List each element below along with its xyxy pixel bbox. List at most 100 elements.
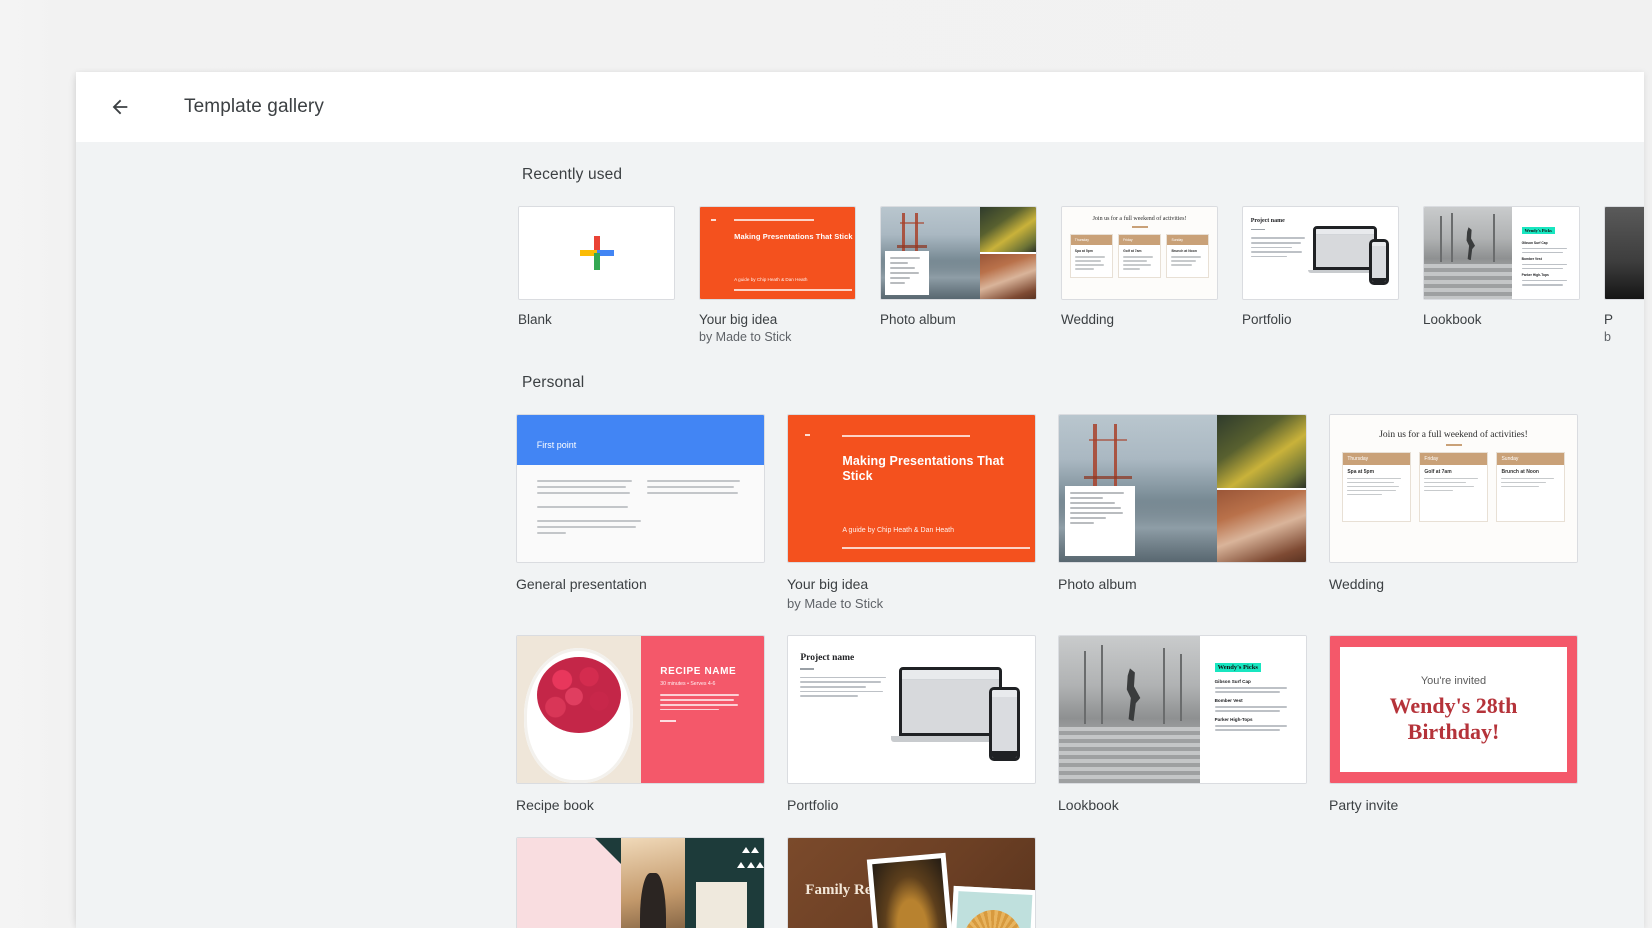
template-thumbnail[interactable]: Wendy's Picks Gibson Surf Cap Bomber Ves… (1423, 206, 1580, 300)
dialog-header: Template gallery (76, 72, 1644, 142)
section-personal: Personal First point General presentatio… (76, 344, 1644, 928)
thumb-kicker: You're invited (1420, 674, 1487, 687)
thumb-tag: Wendy's Picks (1521, 227, 1555, 235)
lookbook-item: Bomber Vest (1521, 256, 1542, 261)
template-thumbnail[interactable]: Wendy's Picks Gibson Surf Cap Bomber Ves… (1058, 635, 1307, 784)
template-label: Blank (518, 312, 552, 327)
photo-album-thumb-art (881, 207, 1036, 299)
template-label: Photo album (880, 312, 956, 327)
recipe-book-thumb-art: RECIPE NAME 30 minutes • Serves 4-6 (517, 636, 764, 783)
wedding-col-event: Golf at 7am (1123, 249, 1142, 254)
section-title-recently-used: Recently used (522, 166, 623, 183)
recently-used-row: Blank Making Presentations That Stick A … (76, 184, 1644, 344)
template-thumbnail[interactable] (1058, 414, 1307, 563)
template-card-party-invite[interactable]: You're invited Wendy's 28th Birthday! Pa… (1329, 635, 1578, 813)
wedding-col-day: Thursday (1343, 452, 1410, 465)
template-card-photo-album[interactable]: Photo album (1058, 414, 1307, 611)
template-card-your-big-idea[interactable]: Making Presentations That Stick A guide … (787, 414, 1036, 611)
section-title-personal: Personal (522, 374, 585, 391)
lookbook-item: Parker High-Tops (1521, 272, 1549, 277)
thumb-heading: Join us for a full weekend of activities… (1379, 429, 1528, 440)
wedding-col-event: Golf at 7am (1424, 468, 1452, 475)
thumb-headline: Making Presentations That Stick (734, 231, 853, 241)
template-gallery-dialog: Template gallery Recently used Blank Mak… (76, 72, 1644, 928)
template-label: Wedding (1329, 576, 1385, 592)
template-card-general-presentation[interactable]: First point General presentation (516, 414, 765, 611)
wedding-thumb-art: Join us for a full weekend of activities… (1330, 415, 1577, 562)
big-idea-thumb-art: Making Presentations That Stick A guide … (788, 415, 1035, 562)
template-label: P (1604, 312, 1614, 327)
template-card-your-big-idea[interactable]: Making Presentations That Stick A guide … (699, 206, 856, 344)
template-thumbnail[interactable]: Making Presentations That Stick A guide … (787, 414, 1036, 563)
lookbook-thumb-art: Wendy's Picks Gibson Surf Cap Bomber Ves… (1424, 207, 1579, 299)
google-plus-icon (579, 236, 614, 270)
template-thumbnail[interactable]: Making Presentations That Stick A guide … (699, 206, 856, 300)
template-card-photo-album[interactable]: Photo album (880, 206, 1037, 344)
thumb-byline: A guide by Chip Heath & Dan Heath (734, 276, 808, 282)
lookbook-item: Parker High-Tops (1214, 717, 1253, 723)
template-label: Photo album (1058, 576, 1137, 592)
template-label: Recipe book (516, 797, 594, 813)
back-button[interactable] (98, 85, 142, 129)
template-thumbnail[interactable]: Project name (1242, 206, 1399, 300)
template-card-partial[interactable]: P b (1604, 206, 1644, 344)
template-card-blank[interactable]: Blank (518, 206, 675, 344)
template-card-partial-photo[interactable] (516, 837, 765, 928)
template-sublabel: b (1604, 330, 1611, 344)
template-thumbnail[interactable] (518, 206, 675, 300)
wedding-col-event: Spa at 5pm (1347, 468, 1375, 475)
template-thumbnail[interactable] (1604, 206, 1644, 300)
thumb-heading: First point (536, 440, 577, 451)
thumb-headline: Making Presentations That Stick (842, 453, 1004, 483)
wedding-col-day: Thursday (1070, 235, 1112, 246)
template-card-wedding[interactable]: Join us for a full weekend of activities… (1061, 206, 1218, 344)
template-card-lookbook[interactable]: Wendy's Picks Gibson Surf Cap Bomber Ves… (1058, 635, 1307, 813)
family-recipes-thumb-art: Family Recipes (788, 838, 1035, 928)
template-label: Your big idea (787, 576, 869, 592)
template-label: Your big idea (699, 312, 778, 327)
template-thumbnail[interactable]: Join us for a full weekend of activities… (1061, 206, 1218, 300)
template-label: Lookbook (1423, 312, 1482, 327)
wedding-col-day: Friday (1420, 452, 1487, 465)
template-label: General presentation (516, 576, 647, 592)
template-card-lookbook[interactable]: Wendy's Picks Gibson Surf Cap Bomber Ves… (1423, 206, 1580, 344)
section-recently-used: Recently used Blank Making Presentations… (76, 142, 1644, 344)
template-thumbnail[interactable]: You're invited Wendy's 28th Birthday! (1329, 635, 1578, 784)
portfolio-thumb-art: Project name (1243, 207, 1398, 299)
template-card-family-recipes[interactable]: Family Recipes (787, 837, 1036, 928)
template-thumbnail[interactable]: RECIPE NAME 30 minutes • Serves 4-6 (516, 635, 765, 784)
lookbook-item: Gibson Surf Cap (1214, 679, 1251, 685)
thumb-heading: Join us for a full weekend of activities… (1092, 216, 1187, 223)
template-thumbnail[interactable]: First point (516, 414, 765, 563)
wedding-col-day: Friday (1119, 235, 1160, 246)
template-thumbnail[interactable]: Join us for a full weekend of activities… (1329, 414, 1578, 563)
general-presentation-thumb-art: First point (517, 415, 764, 562)
page-title: Template gallery (184, 96, 324, 117)
template-label: Portfolio (1242, 312, 1292, 327)
wedding-col-event: Brunch at Noon (1501, 468, 1539, 475)
wedding-col-event: Spa at 5pm (1074, 249, 1093, 254)
template-label: Lookbook (1058, 797, 1119, 813)
thumb-title: RECIPE NAME (660, 665, 737, 677)
lookbook-thumb-art: Wendy's Picks Gibson Surf Cap Bomber Ves… (1059, 636, 1306, 783)
template-thumbnail[interactable]: Family Recipes (787, 837, 1036, 928)
template-label: Portfolio (787, 797, 839, 813)
template-card-wedding[interactable]: Join us for a full weekend of activities… (1329, 414, 1578, 611)
thumb-subtitle: 30 minutes • Serves 4-6 (660, 680, 716, 687)
template-card-portfolio[interactable]: Project name Portfolio (787, 635, 1036, 813)
gallery-scroll-area[interactable]: Recently used Blank Making Presentations… (76, 142, 1644, 928)
blank-thumb-art (519, 207, 674, 299)
template-card-recipe-book[interactable]: RECIPE NAME 30 minutes • Serves 4-6 Reci… (516, 635, 765, 813)
thumb-tag: Wendy's Picks (1214, 662, 1261, 672)
portfolio-thumb-art: Project name (788, 636, 1035, 783)
personal-grid: First point General presentation Making … (76, 392, 1644, 928)
template-thumbnail[interactable] (516, 837, 765, 928)
template-thumbnail[interactable]: Project name (787, 635, 1036, 784)
photo-album-thumb-art (1059, 415, 1306, 562)
template-thumbnail[interactable] (880, 206, 1037, 300)
template-sublabel: by Made to Stick (787, 596, 884, 611)
wedding-col-event: Brunch at Noon (1171, 249, 1197, 254)
template-card-portfolio[interactable]: Project name Portfolio (1242, 206, 1399, 344)
template-label: Party invite (1329, 797, 1399, 813)
arrow-left-icon (112, 99, 128, 115)
